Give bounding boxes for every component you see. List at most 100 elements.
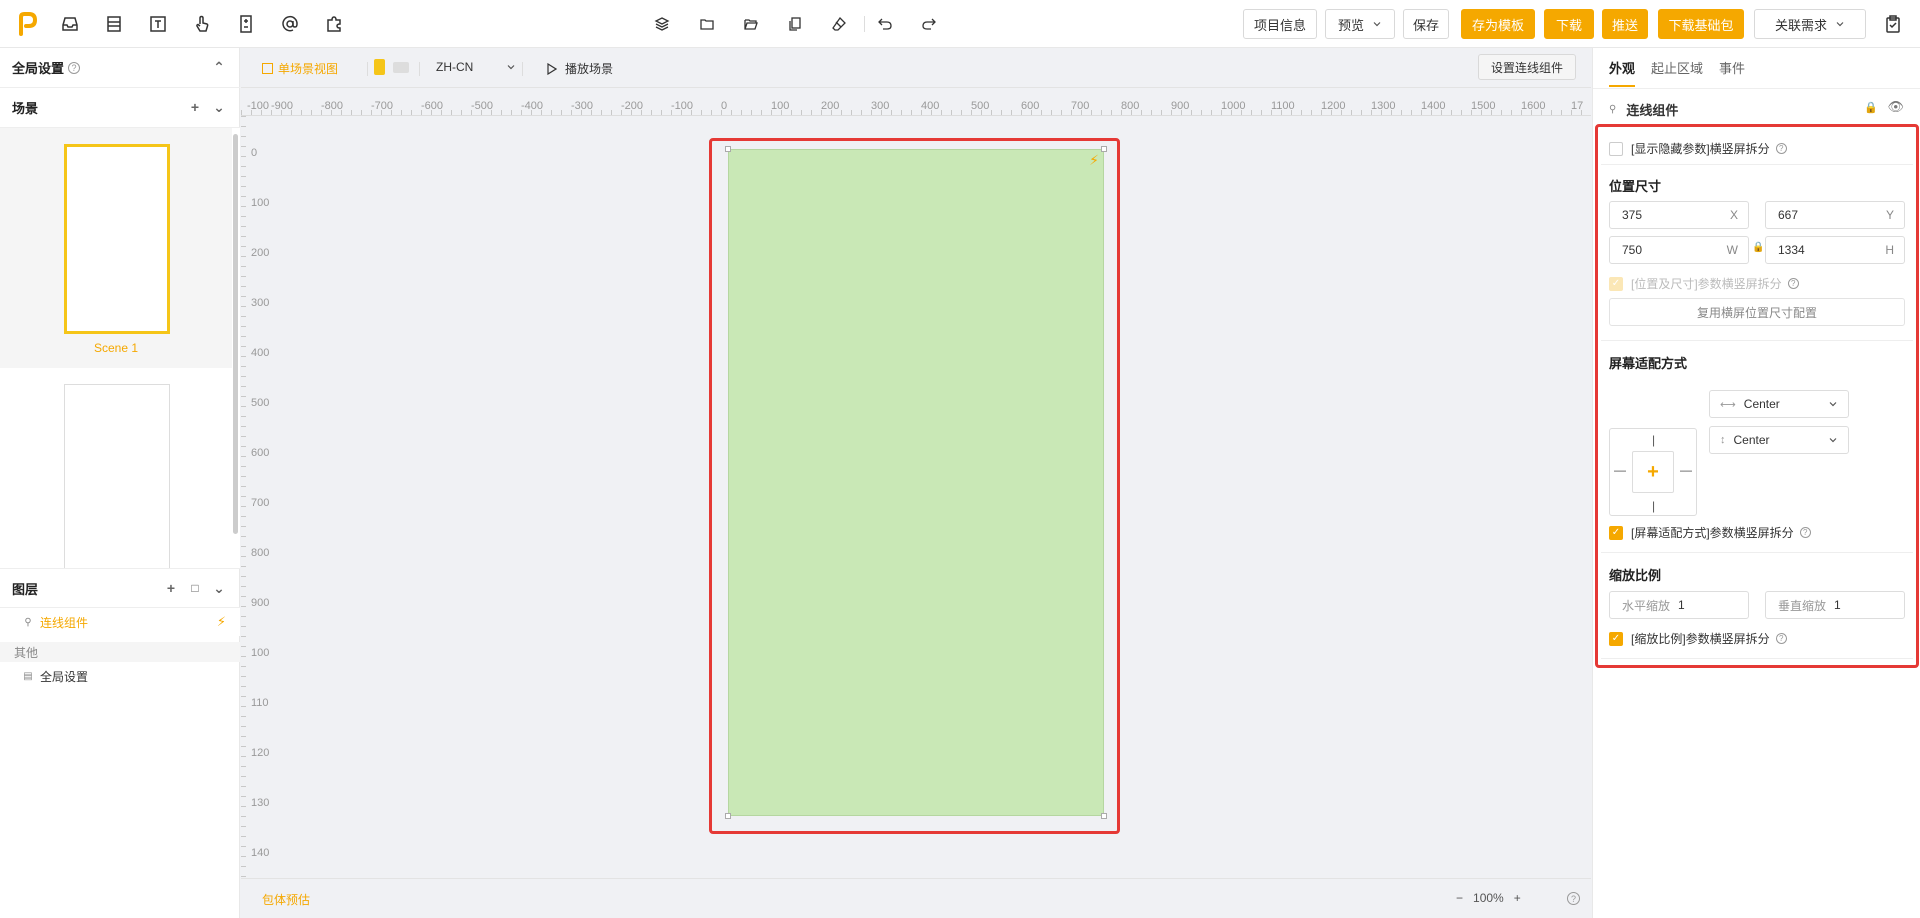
chevron-down-icon [1373,22,1381,27]
tab-start-end-area[interactable]: 起止区域 [1651,58,1703,87]
chevron-down-icon[interactable]: ⌄ [212,580,226,596]
link-requirement-button[interactable]: 关联需求 [1754,9,1866,39]
tab-events[interactable]: 事件 [1719,58,1745,87]
inbox-icon[interactable] [58,12,82,36]
toolbar-divider [864,16,865,32]
view-mode-toggle[interactable]: 单场景视图 [262,60,338,77]
play-scene-button[interactable]: 播放场景 [547,60,613,77]
layer-group-header: 其他 [0,642,240,662]
horizontal-scale-input[interactable]: 水平缩放 1 [1609,591,1749,619]
height-input[interactable]: 1334 H [1765,236,1905,264]
container-icon[interactable] [102,12,126,36]
horizontal-align-select[interactable]: ⟷ Center [1709,390,1849,418]
ruler-tick-label: 200 [821,100,840,112]
project-info-button[interactable]: 项目信息 [1243,9,1317,39]
layers-icon[interactable] [650,12,674,36]
x-input[interactable]: 375 X [1609,201,1749,229]
push-button[interactable]: 推送 [1602,9,1648,39]
ruler-tick-label: -300 [571,100,594,112]
y-input[interactable]: 667 Y [1765,201,1905,229]
ruler-tick-label: -100 [247,100,270,112]
aspect-lock-icon[interactable]: 🔒 [1752,242,1764,253]
ruler-tick-label: 1500 [1471,100,1496,112]
scene-canvas-stage[interactable]: ⚡ [725,146,1107,819]
anchor-top[interactable]: | [1652,433,1655,447]
at-icon[interactable] [278,12,302,36]
scene-thumbnail[interactable] [64,384,170,568]
plugin-icon[interactable] [322,12,346,36]
global-settings-header[interactable]: 全局设置 ? ⌃ [0,48,240,88]
resize-handle[interactable] [725,813,731,819]
undo-icon[interactable] [873,12,897,36]
eye-icon[interactable]: 👁 [1887,99,1904,115]
scale-title: 缩放比例 [1609,568,1662,583]
h-suffix: H [1885,243,1894,257]
property-tabs: 外观 起止区域 事件 [1609,58,1745,87]
chevron-down-icon[interactable]: ⌄ [212,99,226,115]
scale-split-checkbox[interactable]: ✓ [1609,631,1623,646]
scene-item[interactable]: Scene 1 [0,128,232,368]
help-icon: ? [1775,633,1787,644]
add-layer-icon[interactable]: + [164,580,178,596]
scene-thumbnail[interactable] [64,144,170,334]
portrait-toggle[interactable] [374,59,385,75]
save-template-button[interactable]: 存为模板 [1461,9,1535,39]
set-link-label: 设置连线组件 [1490,60,1563,75]
folder-icon[interactable] [695,12,719,36]
preview-button[interactable]: 预览 [1325,9,1395,39]
resize-handle[interactable] [1101,813,1107,819]
link-component-icon: ⚲ [24,616,32,628]
help-icon[interactable]: ? [1567,892,1580,905]
w-suffix: W [1726,243,1738,257]
resize-handle[interactable] [725,146,731,152]
redo-icon[interactable] [917,12,941,36]
tab-appearance[interactable]: 外观 [1609,58,1636,87]
download-base-label: 下载基础包 [1668,17,1734,33]
folder-open-icon[interactable] [739,12,763,36]
download-button[interactable]: 下载 [1544,9,1594,39]
ruler-tick-label: 300 [871,100,890,112]
ruler-tick-label: 0 [251,147,258,159]
touch-icon[interactable] [190,12,214,36]
show-hidden-params-row[interactable]: [显示隐藏参数]横竖屏拆分 ? [1609,140,1787,157]
package-estimate-link[interactable]: 包体预估 [262,891,310,908]
zoom-in-icon[interactable]: + [1514,891,1521,905]
fit-split-row[interactable]: ✓ [屏幕适配方式]参数横竖屏拆分 ? [1609,524,1811,541]
layers-title: 图层 [12,581,39,597]
chevron-up-icon[interactable]: ⌃ [212,59,226,75]
scale-split-row[interactable]: ✓ [缩放比例]参数横竖屏拆分 ? [1609,630,1787,647]
anchor-left[interactable]: — [1614,463,1626,477]
text-icon[interactable] [146,12,170,36]
width-input[interactable]: 750 W [1609,236,1749,264]
resize-handle[interactable] [1101,146,1107,152]
h-value: 1334 [1778,243,1805,257]
layer-item[interactable]: ▤ 全局设置 [0,662,240,690]
set-link-component-button[interactable]: 设置连线组件 [1478,54,1576,80]
ruler-tick-label: 100 [771,100,790,112]
show-hidden-checkbox[interactable] [1609,141,1623,156]
help-icon: ? [1799,527,1811,538]
lock-icon[interactable]: 🔒 [1864,101,1878,114]
vertical-scale-input[interactable]: 垂直缩放 1 [1765,591,1905,619]
ruler-tick-label: 900 [1171,100,1190,112]
anchor-bottom[interactable]: | [1652,499,1655,513]
anchor-right[interactable]: — [1680,463,1692,477]
landscape-toggle[interactable] [393,62,409,73]
download-base-button[interactable]: 下载基础包 [1658,9,1744,39]
scene-item[interactable] [0,368,232,568]
anchor-center[interactable]: + [1632,451,1674,493]
clipboard-check-icon[interactable] [1881,12,1905,36]
eraser-icon[interactable] [827,12,851,36]
vertical-align-select[interactable]: ↕ Center [1709,426,1849,454]
folder-add-icon[interactable]: □ [188,581,202,595]
layer-item[interactable]: ⚲ 连线组件 ⚡ [0,608,240,636]
scene-scrollbar[interactable] [233,134,238,534]
save-button[interactable]: 保存 [1403,9,1449,39]
zoom-out-icon[interactable]: − [1456,891,1463,905]
reuse-landscape-config-button[interactable]: 复用横屏位置尺寸配置 [1609,298,1905,326]
copy-icon[interactable] [783,12,807,36]
data-icon[interactable] [234,12,258,36]
add-scene-icon[interactable]: + [188,99,202,115]
fit-split-checkbox[interactable]: ✓ [1609,525,1623,540]
language-select[interactable]: ZH-CN [436,60,516,74]
